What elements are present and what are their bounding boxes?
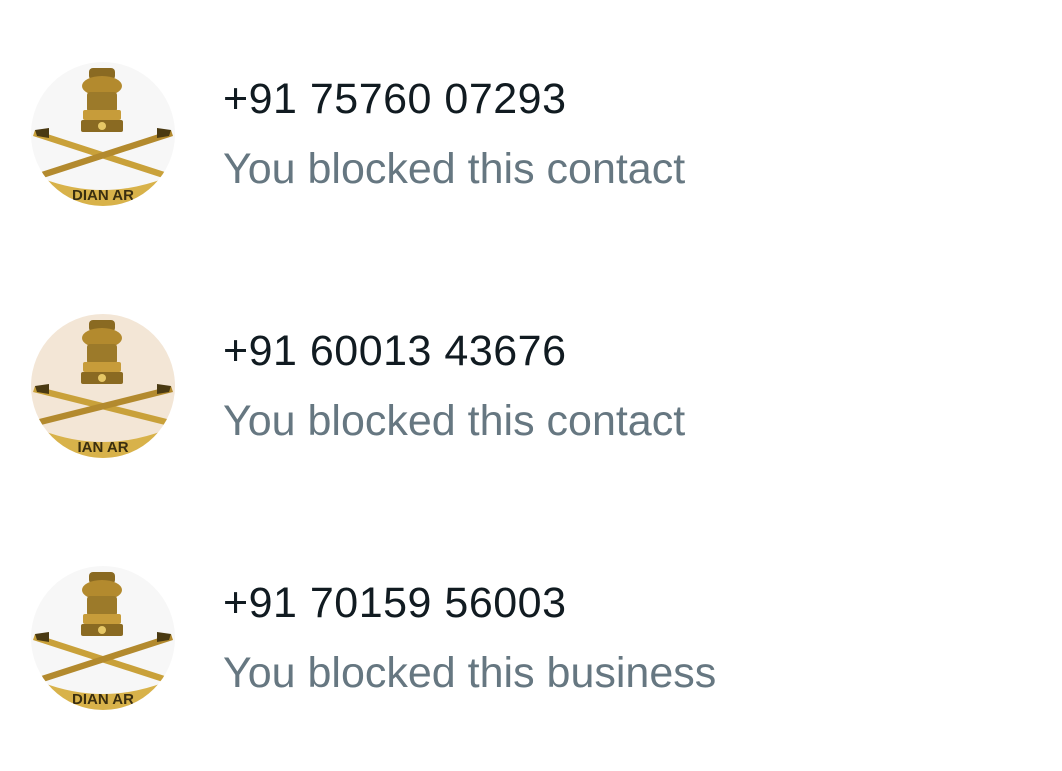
contact-status: You blocked this business bbox=[223, 649, 717, 697]
indian-army-emblem-icon: IAN AR bbox=[31, 314, 175, 458]
contact-row[interactable]: DIAN AR +91 75760 07293 You blocked this… bbox=[0, 34, 1062, 234]
contact-avatar[interactable]: DIAN AR bbox=[31, 566, 175, 710]
contact-status: You blocked this contact bbox=[223, 397, 686, 445]
emblem-banner-text: DIAN AR bbox=[72, 187, 134, 204]
contact-name: +91 75760 07293 bbox=[223, 75, 567, 123]
contact-row[interactable]: DIAN AR +91 70159 56003 You blocked this… bbox=[0, 538, 1062, 738]
contact-status: You blocked this contact bbox=[223, 145, 686, 193]
contact-name: +91 60013 43676 bbox=[223, 327, 567, 375]
blocked-contacts-list: DIAN AR +91 75760 07293 You blocked this… bbox=[0, 0, 1062, 771]
contact-avatar[interactable]: DIAN AR bbox=[31, 62, 175, 206]
indian-army-emblem-icon: DIAN AR bbox=[31, 62, 175, 206]
emblem-banner-text: IAN AR bbox=[77, 439, 128, 456]
indian-army-emblem-icon: DIAN AR bbox=[31, 566, 175, 710]
contact-avatar[interactable]: IAN AR bbox=[31, 314, 175, 458]
contact-row[interactable]: IAN AR +91 60013 43676 You blocked this … bbox=[0, 286, 1062, 486]
emblem-banner-text: DIAN AR bbox=[72, 691, 134, 708]
contact-name: +91 70159 56003 bbox=[223, 579, 567, 627]
